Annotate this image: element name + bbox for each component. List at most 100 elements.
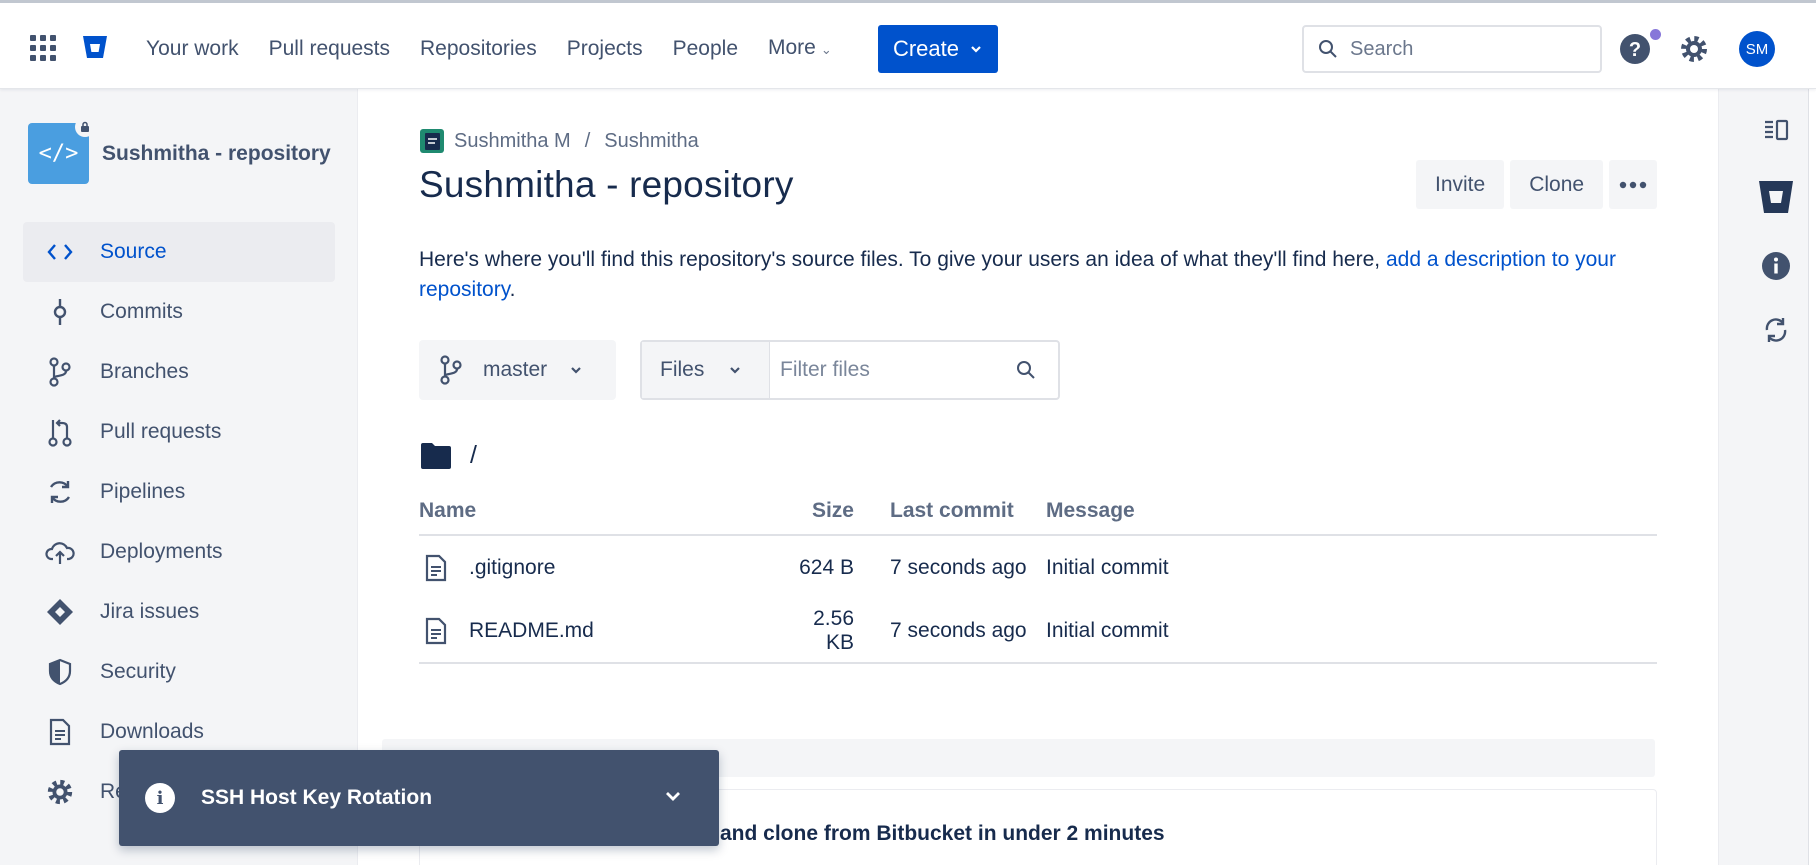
last-commit-time: 7 seconds ago [890, 555, 1027, 579]
page-title: Sushmitha - repository [419, 164, 794, 205]
sidebar-item-label: Pull requests [100, 420, 222, 443]
table-row[interactable]: .gitignore 624 B 7 seconds ago Initial c… [419, 535, 1657, 599]
document-icon [43, 715, 77, 749]
column-header-name: Name [419, 488, 799, 536]
sidebar-nav: Source Commits Branches Pull requests Pi… [23, 222, 335, 822]
lock-icon [75, 117, 95, 137]
branch-name: master [483, 358, 548, 381]
file-icon [425, 554, 447, 581]
nav-projects[interactable]: Projects [552, 31, 658, 67]
folder-icon [421, 442, 451, 469]
repository-actions: Invite Clone [1416, 160, 1658, 209]
gear-icon [43, 775, 77, 809]
repository-description: Here's where you'll find this repository… [419, 245, 1639, 305]
commit-message: Initial commit [1046, 599, 1657, 664]
sidebar-item-label: Commits [100, 300, 183, 323]
bitbucket-logo[interactable] [81, 33, 109, 61]
sidebar-item-label: Downloads [100, 720, 204, 743]
file-filter: Files [640, 340, 1060, 400]
description-text: Here's where you'll find this repository… [419, 248, 1386, 271]
branch-selector[interactable]: master [419, 340, 616, 400]
user-avatar[interactable]: SM [1739, 31, 1775, 67]
breadcrumb-workspace[interactable]: Sushmitha M [454, 130, 571, 153]
table-header-row: Name Size Last commit Message [419, 488, 1657, 536]
repository-header[interactable]: </> Sushmitha - repository [28, 117, 331, 184]
notification-toast[interactable]: i SSH Host Key Rotation [119, 750, 719, 846]
code-icon: </> [38, 141, 79, 166]
search-input[interactable] [1350, 37, 1580, 61]
cloud-upload-icon [43, 535, 77, 569]
sidebar-item-pull-requests[interactable]: Pull requests [23, 402, 335, 462]
pull-request-icon [43, 415, 77, 449]
right-rail [1718, 89, 1816, 865]
sidebar-item-source[interactable]: Source [23, 222, 335, 282]
file-name-link[interactable]: .gitignore [469, 556, 555, 580]
svg-text:?: ? [1629, 39, 1641, 61]
sidebar-item-label: Branches [100, 360, 189, 383]
nav-repositories[interactable]: Repositories [405, 31, 552, 67]
nav-pull-requests[interactable]: Pull requests [254, 31, 405, 67]
breadcrumb: Sushmitha M / Sushmitha [420, 129, 699, 153]
filter-files-input[interactable] [770, 358, 1010, 382]
main-content: Sushmitha M / Sushmitha Sushmitha - repo… [358, 89, 1718, 865]
files-dropdown-label: Files [660, 358, 705, 381]
getting-started-title: and clone from Bitbucket in under 2 minu… [720, 822, 1165, 845]
description-end: . [509, 278, 516, 301]
branch-icon [43, 355, 77, 389]
path-text[interactable]: / [470, 441, 477, 470]
sidebar-item-deployments[interactable]: Deployments [23, 522, 335, 582]
column-header-last-commit: Last commit [854, 488, 1046, 536]
create-button[interactable]: Create [878, 25, 998, 73]
chevron-down-icon[interactable] [663, 786, 683, 806]
primary-nav: Your work Pull requests Repositories Pro… [131, 31, 847, 67]
notification-dot [1650, 29, 1661, 40]
sidebar-item-commits[interactable]: Commits [23, 282, 335, 342]
sidebar-item-label: Security [100, 660, 176, 683]
file-icon [425, 617, 447, 644]
sidebar-item-pipelines[interactable]: Pipelines [23, 462, 335, 522]
file-size: 624 B [799, 555, 854, 579]
sidebar-item-security[interactable]: Security [23, 642, 335, 702]
nav-people[interactable]: People [658, 31, 753, 67]
top-navigation-bar: Your work Pull requests Repositories Pro… [0, 0, 1816, 89]
jira-icon [43, 595, 77, 629]
scrollbar[interactable] [1808, 89, 1816, 865]
sidebar-item-jira-issues[interactable]: Jira issues [23, 582, 335, 642]
more-actions-button[interactable] [1609, 160, 1658, 209]
pipelines-icon [43, 475, 77, 509]
repository-sidebar: </> Sushmitha - repository Source Commit… [0, 89, 358, 865]
help-icon: ? [1620, 34, 1650, 64]
gear-icon[interactable] [1678, 33, 1710, 65]
more-horizontal-icon [1619, 181, 1647, 188]
breadcrumb-project[interactable]: Sushmitha [604, 130, 699, 153]
info-icon[interactable] [1759, 249, 1793, 283]
sidebar-item-label: Jira issues [100, 600, 200, 623]
sidebar-item-label: Deployments [100, 540, 223, 563]
bitbucket-logo-icon[interactable] [1756, 177, 1796, 217]
nav-more[interactable]: More ⌄ [753, 30, 847, 68]
sidebar-item-branches[interactable]: Branches [23, 342, 335, 402]
app-switcher-icon[interactable] [30, 35, 56, 61]
nav-more-label: More [768, 36, 816, 59]
file-name-link[interactable]: README.md [469, 619, 594, 643]
search-icon[interactable] [1016, 360, 1036, 380]
toast-title: SSH Host Key Rotation [201, 786, 433, 809]
sync-icon[interactable] [1759, 313, 1793, 347]
toggle-panel-icon[interactable] [1759, 113, 1793, 147]
create-button-label: Create [892, 36, 960, 61]
invite-button[interactable]: Invite [1416, 160, 1505, 209]
table-row[interactable]: README.md 2.56 KB 7 seconds ago Initial … [419, 599, 1657, 664]
breadcrumb-separator: / [584, 129, 591, 152]
nav-your-work[interactable]: Your work [131, 31, 254, 67]
last-commit-time: 7 seconds ago [854, 599, 1046, 664]
help-button[interactable]: ? [1619, 29, 1661, 65]
workspace-avatar-icon [420, 129, 444, 153]
clone-button[interactable]: Clone [1510, 160, 1604, 209]
branch-icon [440, 355, 462, 385]
sidebar-item-label: Source [100, 240, 167, 263]
info-icon: i [145, 783, 175, 813]
commit-icon [43, 295, 77, 329]
files-dropdown[interactable]: Files [642, 342, 770, 398]
search-box[interactable] [1302, 25, 1602, 73]
repository-avatar: </> [28, 117, 95, 184]
